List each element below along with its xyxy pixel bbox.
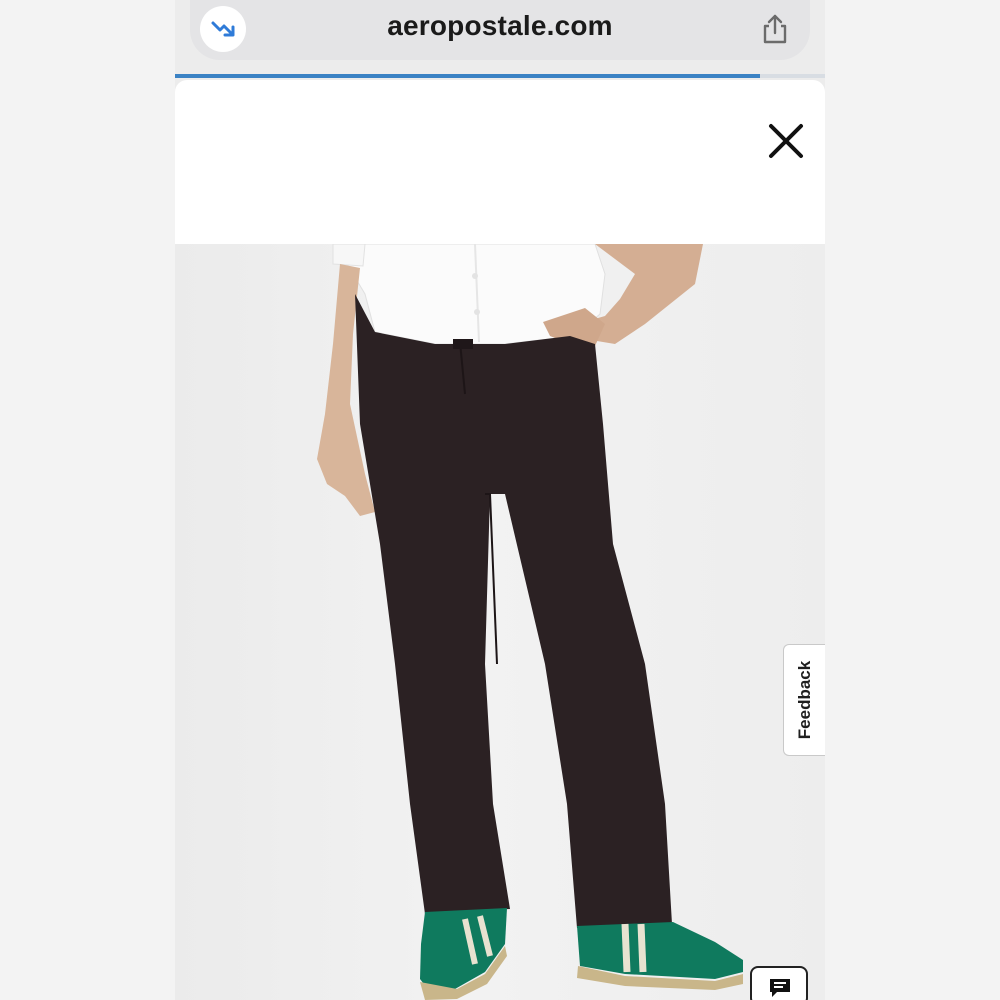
background-right [825,0,1000,1000]
feedback-tab[interactable]: Feedback [783,644,825,756]
product-photo-illustration [317,244,743,1000]
share-icon[interactable] [758,12,792,46]
product-image: Feedback [175,244,825,1000]
chat-button[interactable] [750,966,808,1000]
page-load-progress [175,74,825,78]
page-load-progress-fill [175,74,760,78]
url-text[interactable]: aeropostale.com [190,10,810,42]
feedback-label[interactable]: Feedback [795,661,815,739]
phone-screen: aeropostale.com Feedback [175,0,825,1000]
background-left [0,0,175,1000]
black-pants [355,294,672,928]
right-sneaker [577,922,743,979]
modal-header [175,80,825,244]
browser-url-bar[interactable]: aeropostale.com [190,0,810,60]
close-icon[interactable] [767,122,805,160]
chat-icon [770,979,790,997]
